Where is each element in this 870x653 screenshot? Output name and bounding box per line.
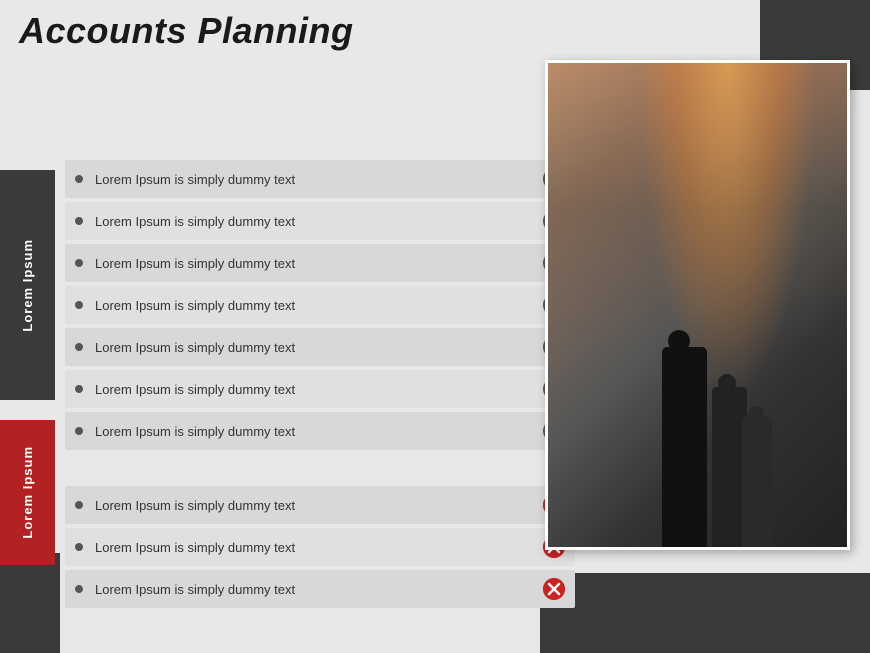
bullet-icon	[75, 427, 83, 435]
bullet-icon	[75, 343, 83, 351]
silhouette-figure-1	[662, 347, 707, 547]
bullet-icon	[75, 217, 83, 225]
page-title: Accounts Planning	[19, 10, 354, 52]
checklist-bottom-section: Lorem Ipsum is simply dummy text Lorem Ip…	[65, 486, 575, 608]
checklist-top-item-2: Lorem Ipsum is simply dummy text	[65, 244, 575, 282]
checklist-item-text: Lorem Ipsum is simply dummy text	[95, 214, 535, 229]
checklist-item-text: Lorem Ipsum is simply dummy text	[95, 540, 535, 555]
checklist-item-text: Lorem Ipsum is simply dummy text	[95, 172, 535, 187]
image-placeholder	[548, 63, 847, 547]
checklist-item-text: Lorem Ipsum is simply dummy text	[95, 424, 535, 439]
checklist-top-item-5: Lorem Ipsum is simply dummy text	[65, 370, 575, 408]
bullet-icon	[75, 585, 83, 593]
checklist-top-item-6: Lorem Ipsum is simply dummy text	[65, 412, 575, 450]
bullet-icon	[75, 543, 83, 551]
silhouette-head-1	[668, 330, 690, 352]
checklist-item-text: Lorem Ipsum is simply dummy text	[95, 382, 535, 397]
sidebar-label-top: Lorem Ipsum	[0, 170, 55, 400]
bullet-icon	[75, 259, 83, 267]
checklist-item-text: Lorem Ipsum is simply dummy text	[95, 298, 535, 313]
bullet-icon	[75, 301, 83, 309]
silhouette-figure-3	[742, 417, 772, 547]
checklist-item-text: Lorem Ipsum is simply dummy text	[95, 256, 535, 271]
bullet-icon	[75, 385, 83, 393]
checklist-bottom-item-0: Lorem Ipsum is simply dummy text	[65, 486, 575, 524]
checklist-top-item-3: Lorem Ipsum is simply dummy text	[65, 286, 575, 324]
checklist-bottom-item-2: Lorem Ipsum is simply dummy text	[65, 570, 575, 608]
checklist-top-item-4: Lorem Ipsum is simply dummy text	[65, 328, 575, 366]
bullet-icon	[75, 501, 83, 509]
sidebar-bottom-text: Lorem Ipsum	[20, 446, 35, 539]
checklist-bottom-item-1: Lorem Ipsum is simply dummy text	[65, 528, 575, 566]
checklist-item-text: Lorem Ipsum is simply dummy text	[95, 582, 535, 597]
corner-decoration-bottom-right	[540, 573, 870, 653]
office-image	[545, 60, 850, 550]
checklist-top-item-0: Lorem Ipsum is simply dummy text	[65, 160, 575, 198]
corner-decoration-bottom-left	[0, 553, 60, 653]
page: Accounts Planning Lorem Ipsum Lorem Ipsu…	[0, 0, 870, 653]
checklist-item-text: Lorem Ipsum is simply dummy text	[95, 498, 535, 513]
sidebar-top-text: Lorem Ipsum	[20, 239, 35, 332]
content-area: Lorem Ipsum is simply dummy text Lorem Ip…	[65, 160, 575, 628]
bullet-icon	[75, 175, 83, 183]
checklist-top-section: Lorem Ipsum is simply dummy text Lorem Ip…	[65, 160, 575, 450]
sidebar-label-bottom: Lorem Ipsum	[0, 420, 55, 565]
checklist-top-item-1: Lorem Ipsum is simply dummy text	[65, 202, 575, 240]
cross-icon	[543, 578, 565, 600]
checklist-item-text: Lorem Ipsum is simply dummy text	[95, 340, 535, 355]
